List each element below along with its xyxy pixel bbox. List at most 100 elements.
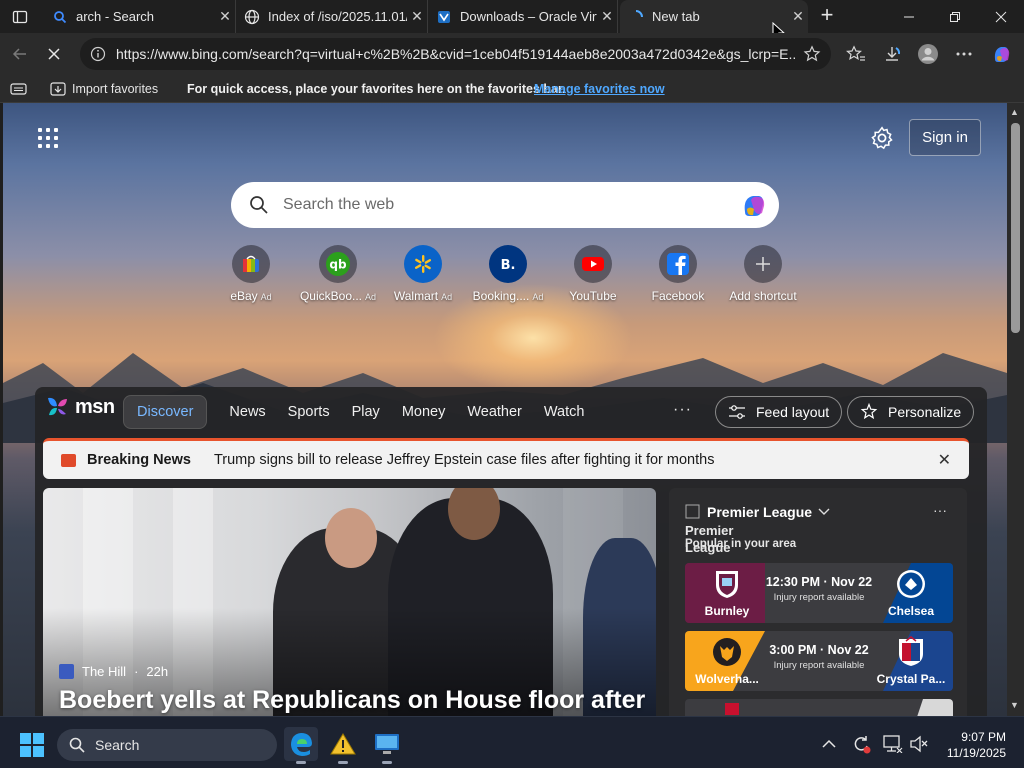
system-clock[interactable]: 9:07 PM 11/19/2025	[932, 729, 1006, 761]
nav-watch[interactable]: Watch	[544, 404, 585, 420]
scrollbar-thumb[interactable]	[1011, 123, 1020, 333]
new-tab-button[interactable]: +	[814, 4, 840, 28]
avatar-icon	[918, 44, 938, 64]
monitor-app-icon	[375, 734, 399, 754]
nav-weather[interactable]: Weather	[467, 404, 522, 420]
close-tab-icon[interactable]: ✕	[788, 8, 808, 25]
sync-alert-icon[interactable]	[851, 734, 871, 754]
tab-downloads-oracle[interactable]: Downloads – Oracle Virtu ✕	[428, 0, 618, 33]
copilot-icon	[994, 47, 1010, 62]
bing-search-icon	[52, 9, 68, 25]
tab-actions-button[interactable]	[6, 6, 34, 28]
page-scrollbar[interactable]: ▲ ▼	[1007, 103, 1024, 716]
restore-button[interactable]	[932, 0, 978, 33]
source-name: The Hill	[82, 664, 127, 679]
match-card[interactable]	[685, 699, 953, 716]
away-team-name: Crystal Pa...	[876, 672, 946, 686]
tab-search[interactable]: arch - Search ✕	[44, 0, 236, 33]
shortcut-booking[interactable]: B. Booking.... Ad	[463, 245, 553, 303]
sports-more-icon[interactable]: ···	[933, 502, 947, 518]
ad-badge: Ad	[441, 292, 453, 302]
settings-more-button[interactable]	[950, 41, 978, 67]
nav-money[interactable]: Money	[402, 404, 446, 420]
close-tab-icon[interactable]: ✕	[215, 8, 235, 25]
scroll-up-icon[interactable]: ▲	[1010, 107, 1019, 117]
nav-sports[interactable]: Sports	[288, 404, 330, 420]
tab-title: arch - Search	[76, 9, 155, 24]
back-button[interactable]	[6, 41, 34, 67]
shortcut-facebook[interactable]: Facebook	[633, 245, 723, 303]
close-window-button[interactable]	[978, 0, 1024, 33]
url-text[interactable]: https://www.bing.com/search?q=virtual+c%…	[116, 46, 796, 62]
personalize-button[interactable]: Personalize	[847, 396, 975, 428]
feed-layout-button[interactable]: Feed layout	[715, 396, 843, 428]
shortcut-quickbooks[interactable]: qb QuickBoo... Ad	[293, 245, 383, 303]
tray-overflow-chevron-up-icon[interactable]	[819, 734, 839, 754]
home-team: Wolverha...	[685, 631, 769, 691]
star-favorite-icon[interactable]	[803, 45, 821, 63]
scroll-down-icon[interactable]: ▼	[1010, 700, 1019, 710]
tab-index-iso[interactable]: Index of /iso/2025.11.01/ ✕	[236, 0, 428, 33]
nav-play[interactable]: Play	[352, 404, 380, 420]
stop-loading-button[interactable]	[40, 41, 68, 67]
import-favorites-button[interactable]: Import favorites	[50, 82, 158, 96]
burnley-crest-icon	[711, 568, 743, 600]
manage-favorites-link[interactable]: Manage favorites now	[534, 82, 665, 96]
import-icon	[50, 81, 66, 96]
favorites-button[interactable]	[842, 41, 870, 67]
shortcut-add[interactable]: Add shortcut	[718, 245, 808, 303]
feed-more-button[interactable]: ···	[673, 401, 692, 419]
running-indicator	[338, 761, 348, 764]
match-card[interactable]: Wolverha... 3:00 PM · Nov 22 Injury repo…	[685, 631, 953, 691]
virtualbox-icon	[436, 9, 452, 25]
close-icon[interactable]: ✕	[938, 450, 951, 470]
close-tab-icon[interactable]: ✕	[407, 8, 427, 25]
minimize-button[interactable]	[886, 0, 932, 33]
msn-logo[interactable]: msn	[45, 395, 115, 419]
apps-grid-icon[interactable]	[38, 128, 58, 148]
taskbar-edge[interactable]	[284, 727, 318, 764]
hero-article-card[interactable]: The Hill · 22h Boebert yells at Republic…	[43, 488, 656, 716]
injury-note: Injury report available	[773, 592, 865, 603]
search-icon	[250, 196, 268, 214]
close-icon	[48, 48, 60, 60]
copilot-button[interactable]	[988, 41, 1016, 67]
downloads-button[interactable]	[878, 41, 906, 67]
breaking-news-text[interactable]: Trump signs bill to release Jeffrey Epst…	[214, 452, 714, 468]
search-icon	[69, 737, 85, 753]
favorites-star-list-icon	[846, 45, 865, 61]
hero-headline[interactable]: Boebert yells at Republicans on House fl…	[59, 686, 645, 715]
taskbar-search[interactable]: Search	[57, 729, 277, 761]
start-button[interactable]	[20, 733, 44, 757]
taskbar-virtualbox[interactable]	[370, 727, 404, 764]
url-bar[interactable]: https://www.bing.com/search?q=virtual+c%…	[80, 38, 831, 70]
more-horizontal-icon	[956, 52, 972, 56]
svg-text:qb: qb	[329, 258, 347, 272]
gear-icon[interactable]	[869, 125, 895, 151]
search-input[interactable]: Search the web	[283, 196, 739, 214]
sidebar-toggle-icon[interactable]	[10, 82, 28, 96]
sign-in-button[interactable]: Sign in	[909, 119, 981, 156]
league-selector[interactable]: Premier League	[685, 504, 830, 520]
close-tab-icon[interactable]: ✕	[597, 8, 617, 25]
shortcut-label: Add shortcut	[729, 289, 797, 303]
volume-muted-icon[interactable]	[909, 734, 929, 754]
nav-discover[interactable]: Discover	[123, 395, 208, 429]
booking-icon: B.	[489, 245, 527, 283]
shortcut-walmart[interactable]: Walmart Ad	[378, 245, 468, 303]
shortcut-ebay[interactable]: eBay Ad	[206, 245, 296, 303]
close-icon	[995, 11, 1007, 22]
copilot-icon[interactable]	[739, 190, 769, 220]
tab-bar: arch - Search ✕ Index of /iso/2025.11.01…	[0, 0, 1024, 42]
profile-button[interactable]	[914, 41, 942, 67]
shortcut-youtube[interactable]: YouTube	[548, 245, 638, 303]
taskbar-vlc-warning[interactable]	[326, 727, 360, 764]
msn-feed: msn Discover News Sports Play Money Weat…	[35, 387, 987, 716]
nav-news[interactable]: News	[229, 404, 265, 420]
breaking-news-banner[interactable]: Breaking News Trump signs bill to releas…	[43, 438, 969, 479]
web-search-box[interactable]: Search the web	[231, 182, 779, 228]
match-card[interactable]: Burnley 12:30 PM · Nov 22 Injury report …	[685, 563, 953, 623]
network-monitor-icon[interactable]	[883, 734, 903, 754]
edge-icon	[291, 733, 312, 756]
league-name: Premier League	[707, 504, 813, 520]
